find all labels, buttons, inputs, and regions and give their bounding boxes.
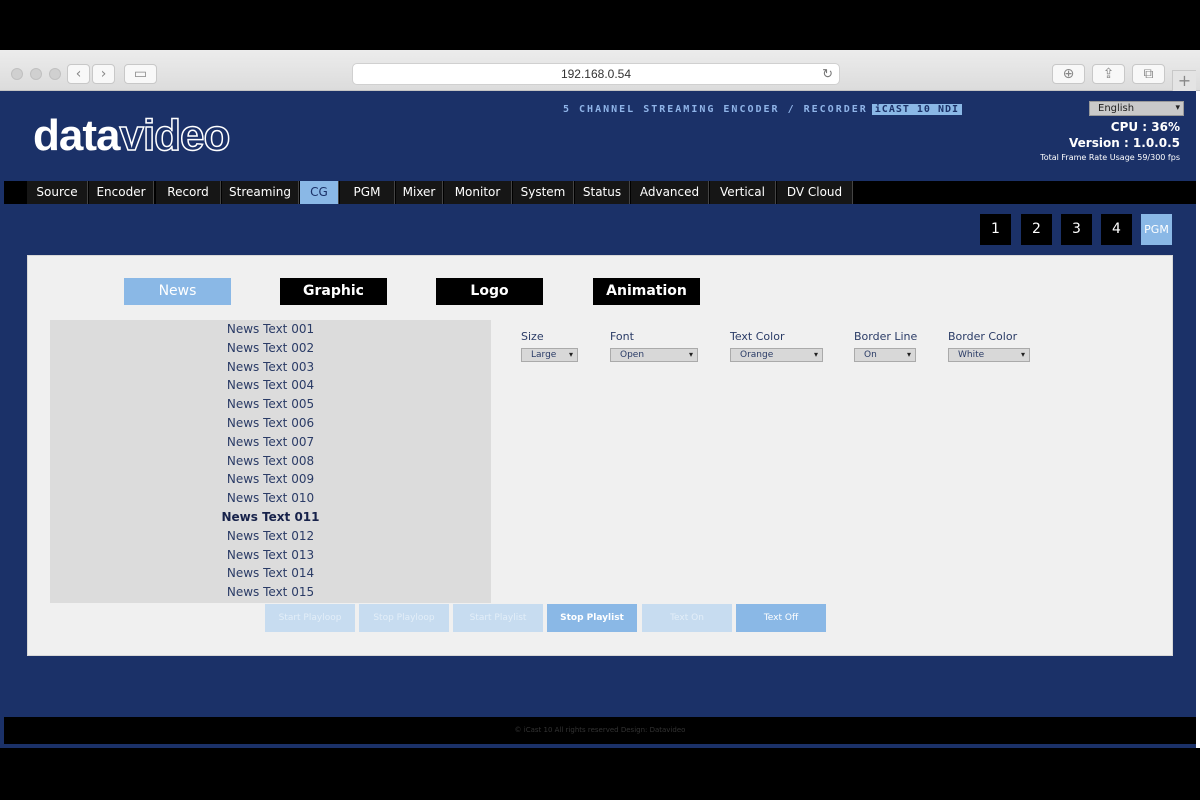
tab-cg[interactable]: CG (300, 181, 339, 204)
text-color-label: Text Color (730, 330, 785, 343)
size-value: Large (531, 350, 557, 360)
footer: © iCast 10 All rights reserved Design: D… (4, 717, 1196, 744)
language-select[interactable]: English ▾ (1089, 101, 1184, 116)
font-value: Open (620, 350, 645, 360)
start-playloop-button[interactable]: Start Playloop (265, 604, 355, 632)
forward-arrow-icon[interactable]: › (92, 64, 115, 84)
list-item[interactable]: News Text 008 (50, 452, 491, 471)
channel-button-3[interactable]: 3 (1061, 214, 1092, 245)
close-window-dot[interactable] (11, 68, 23, 80)
tab-monitor[interactable]: Monitor (444, 181, 512, 204)
tab-advanced[interactable]: Advanced (631, 181, 709, 204)
chevron-down-icon: ▾ (568, 350, 573, 359)
list-item[interactable]: News Text 002 (50, 339, 491, 358)
list-item[interactable]: News Text 009 (50, 470, 491, 489)
cg-tab-graphic[interactable]: Graphic (280, 278, 387, 305)
address-bar[interactable]: 192.168.0.54 ↻ (352, 63, 840, 85)
border-color-select[interactable]: White ▾ (948, 348, 1030, 362)
frame-rate-usage: Total Frame Rate Usage 59/300 fps (1040, 153, 1180, 162)
start-playlist-button[interactable]: Start Playlist (453, 604, 543, 632)
address-text: 192.168.0.54 (560, 67, 632, 81)
list-item[interactable]: News Text 011 (50, 508, 491, 527)
border-line-label: Border Line (854, 330, 918, 343)
list-item[interactable]: News Text 005 (50, 395, 491, 414)
letterbox-bottom (0, 748, 1200, 800)
tab-mixer[interactable]: Mixer (396, 181, 443, 204)
product-tag: iCAST 10 NDI (871, 104, 963, 115)
list-item[interactable]: News Text 001 (50, 320, 491, 339)
right-edge (1196, 91, 1200, 748)
language-value: English (1098, 103, 1135, 114)
new-tab-icon[interactable]: + (1172, 70, 1196, 91)
main-tabs: Source Encoder Record Streaming CG PGM Mixer Mo… (4, 181, 1196, 204)
share-icon[interactable]: ⇪ (1092, 64, 1125, 84)
app-area: datavideo 5 CHANNEL STREAMING ENCODER / … (0, 91, 1196, 748)
sidebar-icon[interactable]: ▭ (124, 64, 157, 84)
list-item[interactable]: News Text 007 (50, 433, 491, 452)
tab-encoder[interactable]: Encoder (89, 181, 154, 204)
border-color-value: White (958, 350, 985, 360)
channel-button-1[interactable]: 1 (980, 214, 1011, 245)
channel-button-pgm[interactable]: PGM (1141, 214, 1172, 245)
stop-playloop-button[interactable]: Stop Playloop (359, 604, 449, 632)
browser-toolbar: ‹ › ▭ 192.168.0.54 ↻ ⊕ ⇪ ⧉ + (0, 50, 1200, 91)
news-list[interactable]: News Text 001 News Text 002 News Text 003 N… (50, 320, 491, 603)
cg-tab-news[interactable]: News (124, 278, 231, 305)
tab-status[interactable]: Status (575, 181, 630, 204)
tab-vertical[interactable]: Vertical (710, 181, 776, 204)
stop-playlist-button[interactable]: Stop Playlist (547, 604, 637, 632)
minimize-window-dot[interactable] (30, 68, 42, 80)
list-item[interactable]: News Text 014 (50, 564, 491, 583)
version-text: Version : 1.0.0.5 (1069, 136, 1180, 150)
chevron-down-icon: ▾ (1175, 103, 1180, 113)
list-item[interactable]: News Text 010 (50, 489, 491, 508)
cg-tab-logo[interactable]: Logo (436, 278, 543, 305)
tab-system[interactable]: System (513, 181, 574, 204)
text-color-select[interactable]: Orange ▾ (730, 348, 823, 362)
tab-dv-cloud[interactable]: DV Cloud (777, 181, 853, 204)
border-line-value: On (864, 350, 877, 360)
font-select[interactable]: Open ▾ (610, 348, 698, 362)
size-label: Size (521, 330, 544, 343)
channel-button-4[interactable]: 4 (1101, 214, 1132, 245)
chevron-down-icon: ▾ (813, 350, 818, 359)
back-arrow-icon[interactable]: ‹ (67, 64, 90, 84)
tab-pgm[interactable]: PGM (340, 181, 395, 204)
cg-tab-animation[interactable]: Animation (593, 278, 700, 305)
tab-record[interactable]: Record (156, 181, 221, 204)
chevron-down-icon: ▾ (1020, 350, 1025, 359)
list-item[interactable]: News Text 004 (50, 376, 491, 395)
text-off-button[interactable]: Text Off (736, 604, 826, 632)
tab-streaming[interactable]: Streaming (222, 181, 299, 204)
text-color-value: Orange (740, 350, 774, 360)
chevron-down-icon: ▾ (906, 350, 911, 359)
letterbox-top (0, 0, 1200, 50)
list-item[interactable]: News Text 013 (50, 546, 491, 565)
font-label: Font (610, 330, 634, 343)
text-on-button[interactable]: Text On (642, 604, 732, 632)
product-title: 5 CHANNEL STREAMING ENCODER / RECORDER iC… (563, 103, 963, 117)
chevron-down-icon: ▾ (688, 350, 693, 359)
download-icon[interactable]: ⊕ (1052, 64, 1085, 84)
list-item[interactable]: News Text 012 (50, 527, 491, 546)
zoom-window-dot[interactable] (49, 68, 61, 80)
channel-button-2[interactable]: 2 (1021, 214, 1052, 245)
list-item[interactable]: News Text 003 (50, 358, 491, 377)
size-select[interactable]: Large ▾ (521, 348, 578, 362)
tabs-overview-icon[interactable]: ⧉ (1132, 64, 1165, 84)
reload-icon[interactable]: ↻ (822, 64, 833, 84)
list-item[interactable]: News Text 015 (50, 583, 491, 602)
border-color-label: Border Color (948, 330, 1018, 343)
list-item[interactable]: News Text 006 (50, 414, 491, 433)
browser-window: ‹ › ▭ 192.168.0.54 ↻ ⊕ ⇪ ⧉ + datavideo 5… (0, 50, 1200, 748)
cpu-usage: CPU : 36% (1110, 120, 1180, 134)
border-line-select[interactable]: On ▾ (854, 348, 916, 362)
datavideo-logo: datavideo (33, 110, 231, 161)
tab-source[interactable]: Source (27, 181, 88, 204)
cg-panel: News Graphic Logo Animation News Text 001 Ne… (27, 255, 1173, 656)
